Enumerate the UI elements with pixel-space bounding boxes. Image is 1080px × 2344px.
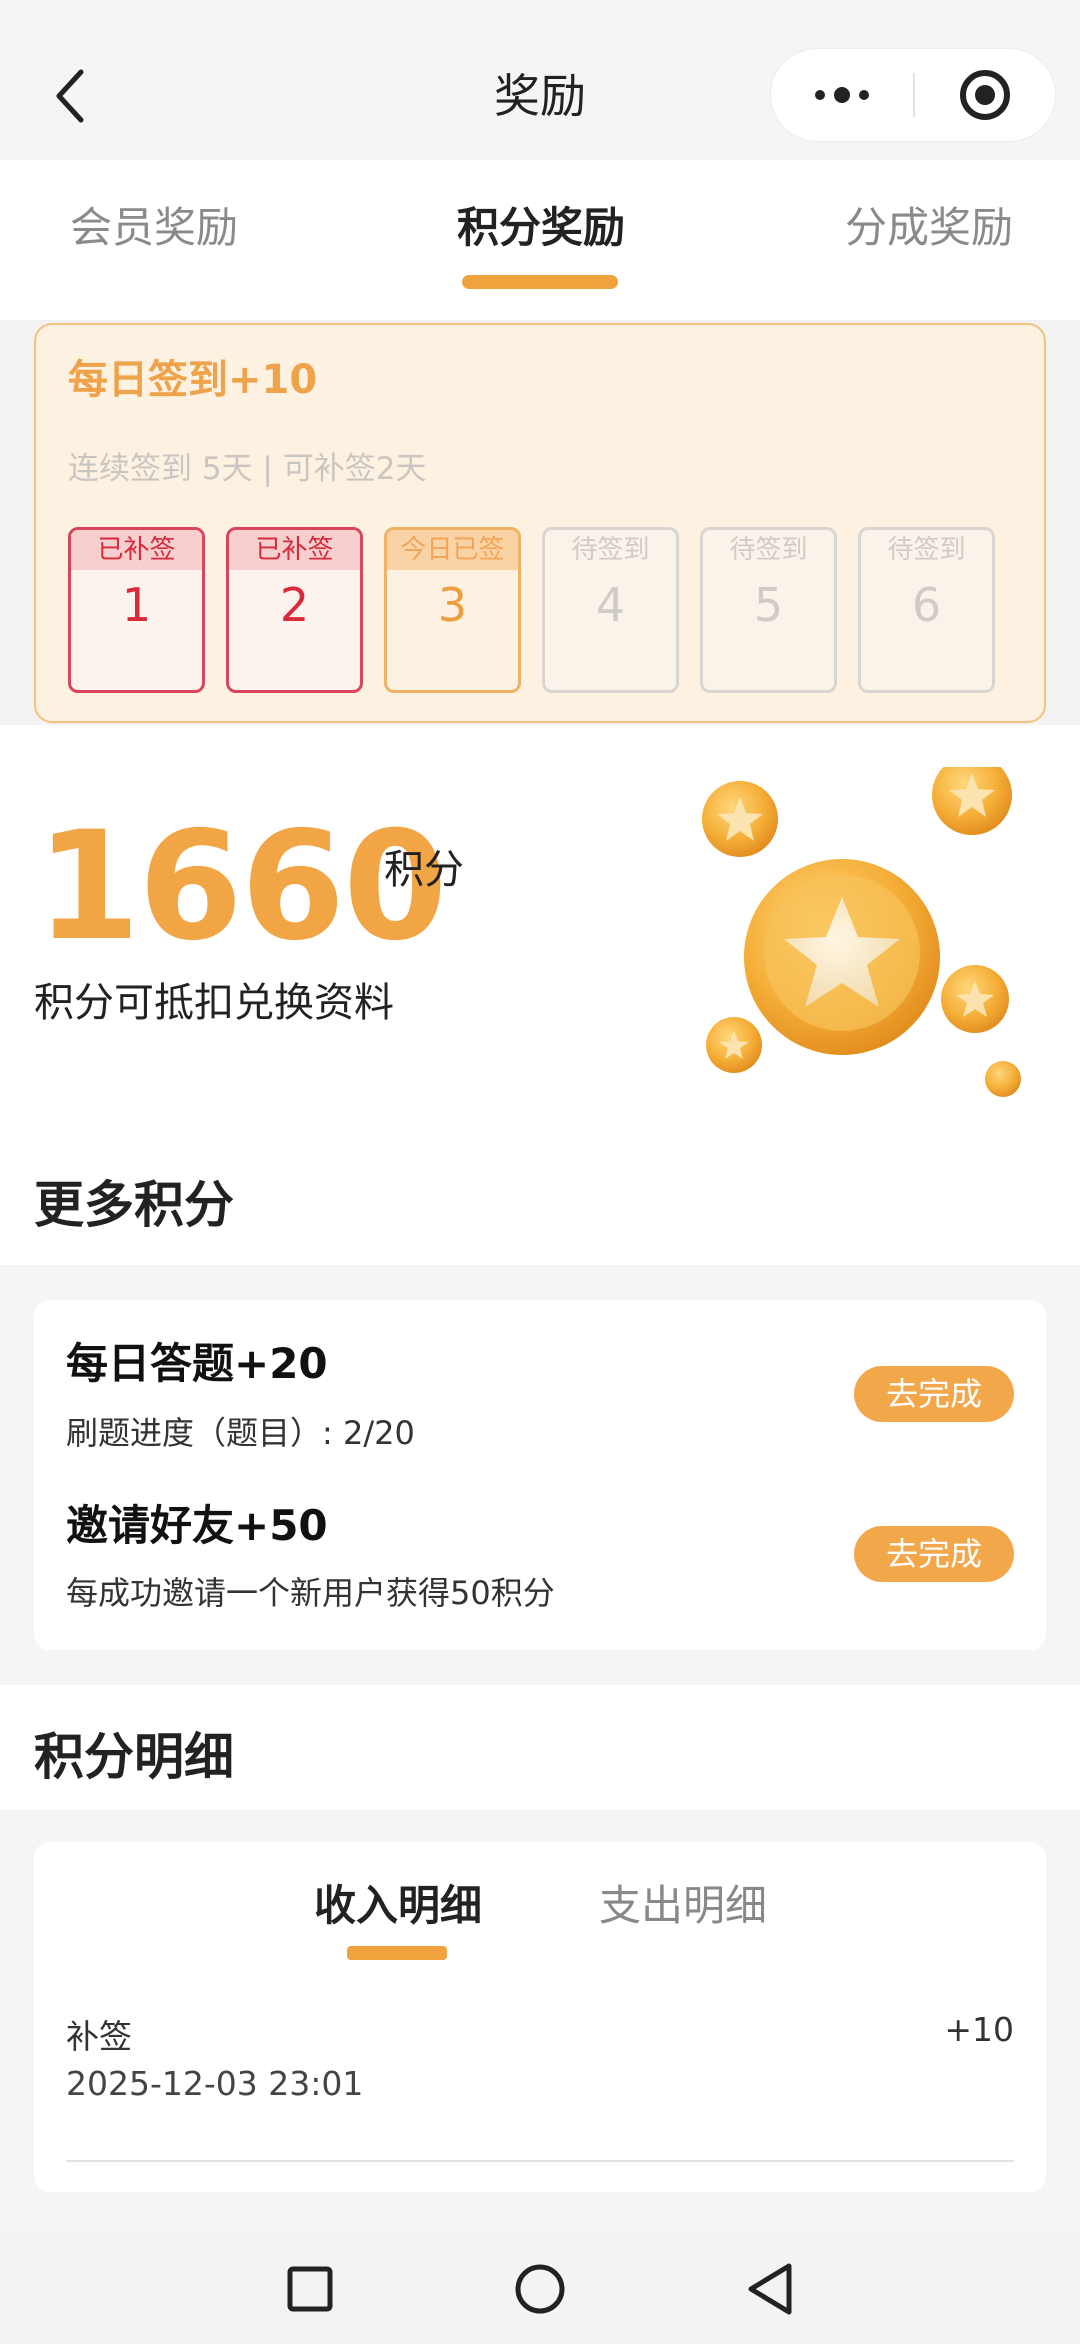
record-divider: [66, 2160, 1014, 2162]
circle-icon: [515, 2264, 565, 2314]
triangle-back-icon: [748, 2263, 792, 2315]
system-back-button[interactable]: [735, 2254, 805, 2324]
task-title-invite: 邀请好友+50: [66, 1501, 328, 1550]
day-number: 3: [437, 578, 468, 632]
checkin-day-6[interactable]: 待签到 6: [858, 527, 995, 693]
mini-program-capsule: [770, 48, 1056, 142]
detail-tab-indicator: [347, 1946, 447, 1960]
task-desc-invite: 每成功邀请一个新用户获得50积分: [66, 1574, 555, 1612]
tab-points-reward[interactable]: 积分奖励: [457, 194, 625, 255]
record-label: 补签: [66, 2017, 132, 2056]
day-number: 4: [595, 578, 626, 632]
day-number: 1: [121, 578, 152, 632]
checkin-title: 每日签到+10: [68, 357, 318, 403]
checkin-day-4[interactable]: 待签到 4: [542, 527, 679, 693]
task-desc-daily-quiz: 刷题进度（题目）: 2/20: [66, 1414, 415, 1452]
reward-tabs: 会员奖励 积分奖励 分成奖励: [0, 160, 1080, 320]
checkin-day-2[interactable]: 已补签 2: [226, 527, 363, 693]
checkin-day-3[interactable]: 今日已签 3: [384, 527, 521, 693]
tab-income-detail[interactable]: 收入明细: [314, 1872, 482, 1933]
points-summary: 1660 积分 积分可抵扣兑换资料 更多积分: [0, 725, 1080, 1265]
more-points-title: 更多积分: [34, 1176, 234, 1234]
checkin-section: 每日签到+10 连续签到 5天 | 可补签2天 已补签 1 已补签 2 今日已签…: [0, 320, 1080, 725]
points-detail-title: 积分明细: [34, 1728, 234, 1786]
tab-member-reward[interactable]: 会员奖励: [70, 194, 238, 255]
day-status: 今日已签: [387, 530, 518, 570]
gold-coins-illustration: [702, 767, 1021, 1097]
points-description: 积分可抵扣兑换资料: [34, 980, 394, 1026]
active-tab-indicator: [462, 275, 618, 289]
more-dots-icon: [815, 87, 869, 103]
complete-daily-quiz-button[interactable]: 去完成: [854, 1366, 1014, 1422]
record-time: 2025-12-03 23:01: [66, 2064, 364, 2103]
checkin-day-5[interactable]: 待签到 5: [700, 527, 837, 693]
day-number: 6: [911, 578, 942, 632]
points-detail-header: 积分明细: [0, 1685, 1080, 1810]
tab-expense-detail[interactable]: 支出明细: [599, 1872, 767, 1933]
points-detail-card: 收入明细 支出明细 补签 2025-12-03 23:01 +10: [34, 1842, 1046, 2192]
system-navigation-bar: [0, 2230, 1080, 2344]
checkin-day-1[interactable]: 已补签 1: [68, 527, 205, 693]
day-number: 5: [753, 578, 784, 632]
day-number: 2: [279, 578, 310, 632]
day-status: 待签到: [729, 535, 808, 565]
target-close-icon: [960, 70, 1010, 120]
day-status: 待签到: [571, 535, 650, 565]
complete-invite-button[interactable]: 去完成: [854, 1526, 1014, 1582]
recent-apps-button[interactable]: [275, 2254, 345, 2324]
tasks-card: 每日答题+20 刷题进度（题目）: 2/20 去完成 邀请好友+50 每成功邀请…: [34, 1300, 1046, 1650]
more-button[interactable]: [771, 49, 913, 141]
checkin-subtitle: 连续签到 5天 | 可补签2天: [68, 451, 427, 487]
square-icon: [287, 2266, 333, 2312]
record-amount: +10: [944, 2010, 1014, 2049]
tab-share-reward[interactable]: 分成奖励: [845, 194, 1013, 255]
day-status: 已补签: [229, 530, 360, 570]
checkin-card: 每日签到+10 连续签到 5天 | 可补签2天 已补签 1 已补签 2 今日已签…: [34, 323, 1046, 723]
day-status: 待签到: [887, 535, 966, 565]
home-button[interactable]: [505, 2254, 575, 2324]
close-mini-program-button[interactable]: [915, 49, 1055, 141]
task-title-daily-quiz: 每日答题+20: [66, 1339, 328, 1388]
top-nav-bar: 奖励: [0, 0, 1080, 160]
day-status: 已补签: [71, 530, 202, 570]
points-unit: 积分: [384, 847, 464, 893]
